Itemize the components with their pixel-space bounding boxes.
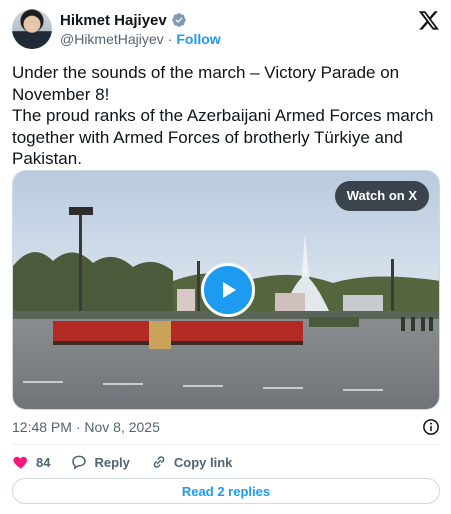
like-count: 84 xyxy=(36,454,51,470)
copy-link-button[interactable]: Copy link xyxy=(150,453,233,471)
copy-link-label: Copy link xyxy=(173,454,233,470)
verified-badge-icon xyxy=(171,13,186,27)
reply-label: Reply xyxy=(94,454,130,470)
tweet-text-line: The proud ranks of the Azerbaijani Armed… xyxy=(12,106,434,168)
x-logo-icon[interactable] xyxy=(418,9,440,31)
action-bar: 84 Reply Copy link xyxy=(12,452,252,472)
play-button[interactable] xyxy=(201,263,255,317)
info-icon[interactable] xyxy=(422,418,440,436)
watch-on-x-button[interactable]: Watch on X xyxy=(334,181,429,211)
tweet-meta: 12:48 PM · Nov 8, 2025 xyxy=(12,418,440,436)
video-player[interactable]: Watch on X xyxy=(12,170,440,410)
tweet-header: Hikmet Hajiyev @HikmetHajiyev · Follow xyxy=(12,9,440,51)
link-icon xyxy=(153,456,165,468)
like-button[interactable]: 84 xyxy=(12,453,50,471)
author-display-name[interactable]: Hikmet Hajiyev xyxy=(60,12,167,29)
reply-button[interactable]: Reply xyxy=(70,453,130,471)
read-replies-button[interactable]: Read 2 replies xyxy=(12,478,440,504)
author-handle-row: @HikmetHajiyev · Follow xyxy=(60,30,221,48)
tweet-text-line: Under the sounds of the march – Victory … xyxy=(12,63,400,104)
author-name-row: Hikmet Hajiyev xyxy=(60,11,187,29)
tweet-text: Under the sounds of the march – Victory … xyxy=(12,62,440,170)
follow-link[interactable]: Follow xyxy=(176,31,220,47)
divider xyxy=(12,444,440,445)
timestamp[interactable]: 12:48 PM · Nov 8, 2025 xyxy=(12,419,160,435)
reply-icon xyxy=(72,455,87,470)
author-handle[interactable]: @HikmetHajiyev xyxy=(60,31,164,47)
play-icon xyxy=(223,282,236,298)
tweet-card: Hikmet Hajiyev @HikmetHajiyev · Follow U… xyxy=(0,0,451,514)
heart-icon xyxy=(13,456,28,469)
handle-separator: · xyxy=(167,31,173,47)
avatar[interactable] xyxy=(12,9,52,49)
